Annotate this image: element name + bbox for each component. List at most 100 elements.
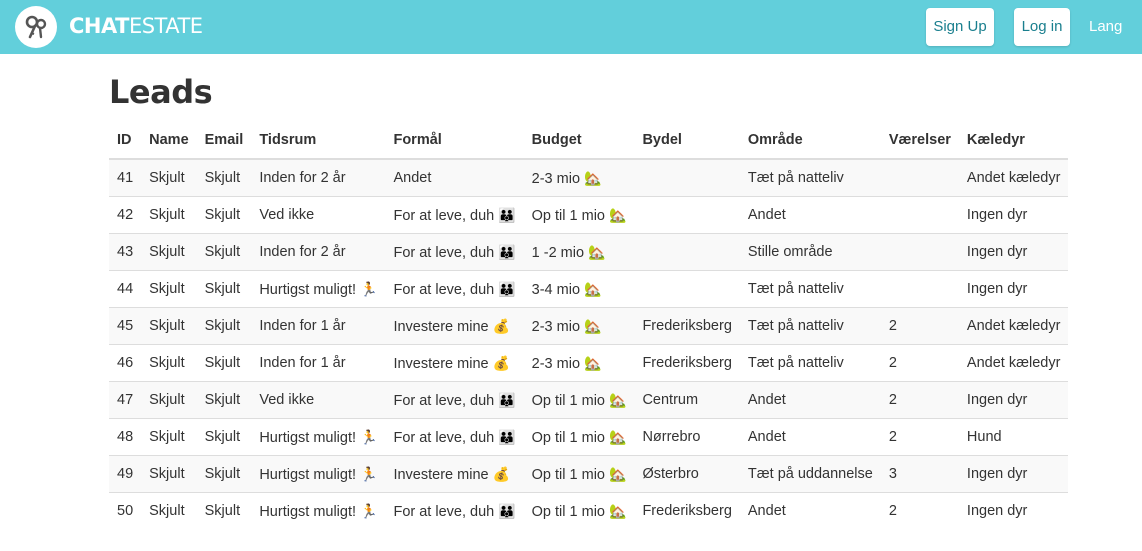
cell-tidsrum: Hurtigst muligt! 🏃 <box>251 418 386 456</box>
cell-bydel-text: Frederiksberg <box>642 503 732 519</box>
cell-formaal-text: For at leve, duh <box>393 503 495 520</box>
cell-vaerelser <box>880 196 959 234</box>
cell-kaeledyr: Ingen dyr <box>958 455 1069 493</box>
cell-tidsrum-text: Hurtigst muligt! <box>259 281 357 298</box>
cell-bydel <box>634 158 740 197</box>
brand-logo-text[interactable]: CHATESTATE <box>69 12 203 40</box>
cell-tidsrum: Hurtigst muligt! 🏃 <box>251 492 386 529</box>
column-header-omraade: Område <box>739 122 881 160</box>
table-row: 41 Skjult Skjult Inden for 2 år Andet 2-3 mio… <box>109 158 1069 197</box>
cell-name: Skjult <box>141 307 197 345</box>
cell-vaerelser: 2 <box>880 381 959 419</box>
cell-kaeledyr-text: Ingen dyr <box>966 281 1028 297</box>
cell-name: Skjult <box>141 492 197 529</box>
column-header-budget: Budget <box>523 122 635 160</box>
keys-icon <box>25 15 47 39</box>
cell-id: 46 <box>109 344 142 382</box>
cell-vaerelser-text: 2 <box>888 503 897 519</box>
signup-button[interactable]: Sign Up <box>926 8 994 46</box>
cell-email-text: Skjult <box>204 244 241 260</box>
cell-vaerelser <box>880 270 959 308</box>
cell-tidsrum: Ved ikke <box>251 196 386 234</box>
cell-omraade-text: Andet <box>747 207 786 223</box>
table-row: 44 Skjult Skjult Hurtigst muligt! 🏃 For at le… <box>109 270 1069 308</box>
cell-id: 49 <box>109 455 142 493</box>
cell-name-text: Skjult <box>149 207 185 223</box>
cell-formaal-text: For at leve, duh <box>393 244 495 261</box>
cell-id-text: 48 <box>117 429 134 445</box>
cell-omraade-text: Tæt på natteliv <box>747 318 844 334</box>
cell-bydel: Østerbro <box>634 455 740 493</box>
purpose-emoji-icon: 💰 <box>492 354 511 371</box>
cell-formaal-text: Investere mine <box>393 355 489 372</box>
table-row: 48 Skjult Skjult Hurtigst muligt! 🏃 For at le… <box>109 418 1069 456</box>
cell-formaal: Investere mine 💰 <box>385 455 524 493</box>
cell-name-text: Skjult <box>149 392 185 408</box>
login-button[interactable]: Log in <box>1014 8 1070 46</box>
cell-email: Skjult <box>196 381 252 419</box>
cell-budget: Op til 1 mio 🏡 <box>523 455 635 493</box>
cell-bydel-text: Nørrebro <box>642 429 701 445</box>
cell-id: 50 <box>109 492 142 529</box>
cell-budget-text: 2-3 mio <box>531 318 581 335</box>
house-emoji-icon: 🏡 <box>609 391 627 408</box>
runner-emoji-icon: 🏃 <box>360 465 378 482</box>
cell-tidsrum-text: Inden for 1 år <box>259 318 346 334</box>
table-row: 49 Skjult Skjult Hurtigst muligt! 🏃 Investere… <box>109 455 1069 493</box>
cell-bydel: Frederiksberg <box>634 492 740 529</box>
cell-id-text: 43 <box>117 244 134 260</box>
cell-vaerelser: 2 <box>880 418 959 456</box>
cell-budget-text: Op til 1 mio <box>531 466 605 483</box>
cell-id-text: 44 <box>117 281 134 297</box>
cell-vaerelser: 2 <box>880 344 959 382</box>
cell-tidsrum: Inden for 2 år <box>251 233 386 271</box>
cell-name: Skjult <box>141 196 197 234</box>
page-title: Leads <box>109 73 213 111</box>
cell-kaeledyr-text: Hund <box>966 429 1002 445</box>
cell-id-text: 46 <box>117 355 134 371</box>
table-header-row: ID Name Email Tidsrum Formål Budget Byde… <box>109 122 1069 160</box>
cell-formaal-text: For at leve, duh <box>393 281 495 298</box>
runner-emoji-icon: 🏃 <box>360 502 378 519</box>
cell-name-text: Skjult <box>149 503 185 519</box>
top-navbar: CHATESTATE Sign Up Log in Lang <box>0 0 1142 54</box>
cell-budget: 2-3 mio 🏡 <box>523 307 635 345</box>
cell-omraade: Stille område <box>739 233 881 271</box>
cell-omraade-text: Stille område <box>747 244 833 260</box>
column-header-bydel: Bydel <box>634 122 740 160</box>
column-header-vaerelser: Værelser <box>880 122 959 160</box>
cell-name-text: Skjult <box>149 244 185 260</box>
cell-budget: 2-3 mio 🏡 <box>523 158 635 197</box>
brand-light: ESTATE <box>128 14 203 38</box>
column-header-name: Name <box>141 122 197 160</box>
cell-kaeledyr-text: Ingen dyr <box>966 207 1028 223</box>
language-link[interactable]: Lang <box>1089 8 1122 46</box>
cell-omraade-text: Tæt på uddannelse <box>747 466 873 482</box>
cell-name: Skjult <box>141 455 197 493</box>
cell-kaeledyr-text: Ingen dyr <box>966 244 1028 260</box>
cell-tidsrum-text: Hurtigst muligt! <box>259 503 357 520</box>
cell-formaal: For at leve, duh 👪 <box>385 233 524 271</box>
cell-omraade-text: Tæt på natteliv <box>747 170 844 186</box>
logo[interactable] <box>15 6 57 48</box>
cell-name-text: Skjult <box>149 281 185 297</box>
cell-formaal: Investere mine 💰 <box>385 344 524 382</box>
cell-email: Skjult <box>196 158 252 197</box>
column-header-email: Email <box>196 122 252 160</box>
cell-tidsrum: Hurtigst muligt! 🏃 <box>251 270 386 308</box>
cell-formaal-text: Investere mine <box>393 318 489 335</box>
cell-name: Skjult <box>141 233 197 271</box>
cell-id-text: 45 <box>117 318 134 334</box>
cell-bydel-text: Frederiksberg <box>642 355 732 371</box>
cell-kaeledyr: Ingen dyr <box>958 233 1069 271</box>
cell-name-text: Skjult <box>149 429 185 445</box>
cell-kaeledyr-text: Andet kæledyr <box>966 170 1061 186</box>
cell-kaeledyr: Ingen dyr <box>958 492 1069 529</box>
cell-name: Skjult <box>141 158 197 197</box>
cell-tidsrum-text: Inden for 2 år <box>259 170 346 186</box>
cell-formaal: Investere mine 💰 <box>385 307 524 345</box>
cell-bydel: Centrum <box>634 381 740 419</box>
cell-id: 42 <box>109 196 142 234</box>
cell-email: Skjult <box>196 270 252 308</box>
table-row: 43 Skjult Skjult Inden for 2 år For at leve,… <box>109 233 1069 271</box>
